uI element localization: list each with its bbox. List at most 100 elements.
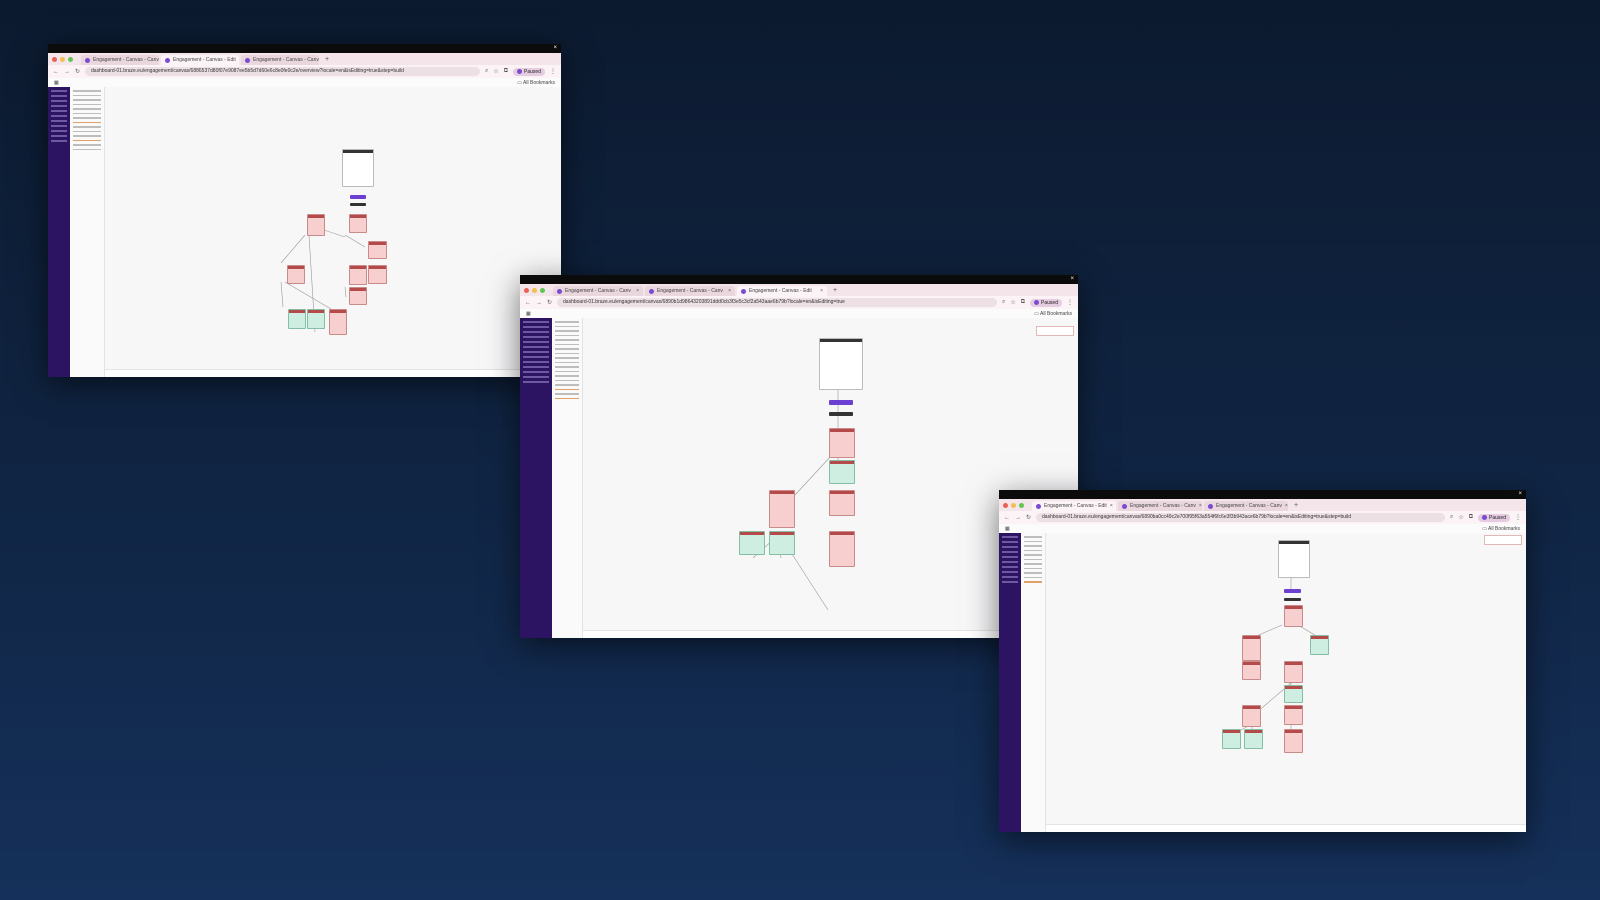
forward-icon[interactable]: → [536,300,542,306]
step-card[interactable] [1284,605,1303,627]
close-icon[interactable]: × [1070,275,1074,284]
minimize-window-icon[interactable] [532,287,537,293]
forward-icon[interactable]: → [64,69,70,75]
back-icon[interactable]: ← [53,69,59,75]
message-step-card[interactable] [1244,729,1263,749]
step-card[interactable] [307,214,325,236]
profile-button[interactable]: Paused [1030,298,1062,307]
reload-icon[interactable]: ↻ [1026,514,1031,521]
notification-toast[interactable] [1484,535,1522,545]
star-icon[interactable]: ☆ [493,68,498,75]
minimize-window-icon[interactable] [1011,502,1016,508]
browser-tab-active[interactable]: Engagement - Canvas - Edit× [161,55,239,65]
close-icon[interactable]: × [1199,503,1202,509]
close-icon[interactable]: × [553,44,557,53]
new-tab-button[interactable]: + [321,55,333,65]
step-toolbar[interactable] [829,412,853,416]
close-icon[interactable]: × [1285,503,1288,509]
close-icon[interactable]: × [1110,503,1113,509]
menu-icon[interactable]: ⋮ [550,68,556,75]
new-tab-button[interactable]: + [1290,501,1302,511]
search-icon[interactable]: ⌕ [1450,514,1453,521]
step-card[interactable] [769,490,795,528]
reload-icon[interactable]: ↻ [547,299,552,306]
browser-tab[interactable]: Engagement - Canvas - Canv× [645,286,735,296]
maximize-window-icon[interactable] [540,287,545,293]
close-window-icon[interactable] [524,287,529,293]
close-icon[interactable]: × [636,288,639,294]
message-step-card[interactable] [1284,685,1303,703]
extensions-icon[interactable]: ⧉ [1469,514,1473,521]
all-bookmarks[interactable]: ▭ All Bookmarks [517,80,555,86]
notification-toast[interactable] [1036,326,1074,336]
step-card[interactable] [829,428,855,458]
back-icon[interactable]: ← [525,300,531,306]
canvas-flow[interactable] [1046,533,1526,832]
step-card[interactable] [1242,635,1261,661]
url-field[interactable]: dashboard-01.braze.eu/engagement/canvas/… [85,67,480,76]
search-icon[interactable]: ⌕ [485,68,488,75]
step-toolbar[interactable] [1284,598,1301,601]
browser-tab[interactable]: Engagement - Canvas - Canv× [1118,501,1202,511]
star-icon[interactable]: ☆ [1458,514,1463,521]
browser-tab-active[interactable]: Engagement - Canvas - Edit× [1032,501,1116,511]
step-card[interactable] [349,265,367,285]
close-icon[interactable]: × [728,288,731,294]
canvas-entry-card[interactable] [819,338,863,390]
profile-button[interactable]: Paused [513,67,545,76]
step-card[interactable] [287,265,305,284]
close-icon[interactable]: × [820,288,823,294]
all-bookmarks[interactable]: ▭ All Bookmarks [1482,526,1520,532]
menu-icon[interactable]: ⋮ [1067,299,1073,306]
extensions-icon[interactable]: ⧉ [1021,299,1025,306]
minimize-window-icon[interactable] [60,56,65,62]
extensions-icon[interactable]: ⧉ [504,68,508,75]
message-step-card[interactable] [739,531,765,555]
browser-tab[interactable]: Engagement - Canvas - Canv× [1204,501,1288,511]
step-card[interactable] [349,287,367,305]
canvas-flow[interactable] [105,87,561,377]
step-card[interactable] [1284,729,1303,753]
step-card[interactable] [349,214,367,233]
primary-button[interactable] [350,195,366,199]
all-bookmarks[interactable]: ▭ All Bookmarks [1034,311,1072,317]
step-card[interactable] [368,241,387,259]
browser-tab[interactable]: Engagement - Canvas - Canv× [81,55,159,65]
step-card[interactable] [829,490,855,516]
step-card[interactable] [329,309,347,335]
step-card[interactable] [368,265,387,284]
forward-icon[interactable]: → [1015,515,1021,521]
back-icon[interactable]: ← [1004,515,1010,521]
browser-tab-active[interactable]: Engagement - Canvas - Edit× [737,286,827,296]
url-field[interactable]: dashboard-01.braze.eu/engagement/canvas/… [1036,513,1445,522]
canvas-entry-card[interactable] [1278,540,1310,578]
maximize-window-icon[interactable] [68,56,73,62]
step-toolbar[interactable] [350,203,366,206]
message-step-card[interactable] [307,309,325,329]
menu-icon[interactable]: ⋮ [1515,514,1521,521]
browser-tab[interactable]: Engagement - Canvas - Canv× [553,286,643,296]
primary-button[interactable] [829,400,853,405]
step-card[interactable] [1284,661,1303,683]
search-icon[interactable]: ⌕ [1002,299,1005,306]
close-window-icon[interactable] [52,56,57,62]
star-icon[interactable]: ☆ [1010,299,1015,306]
apps-icon[interactable]: ▦ [1005,526,1010,532]
canvas-entry-card[interactable] [342,149,374,187]
maximize-window-icon[interactable] [1019,502,1024,508]
step-card[interactable] [829,531,855,567]
apps-icon[interactable]: ▦ [526,311,531,317]
message-step-card[interactable] [829,460,855,484]
close-window-icon[interactable] [1003,502,1008,508]
message-step-card[interactable] [769,531,795,555]
new-tab-button[interactable]: + [829,286,841,296]
step-card[interactable] [1242,705,1261,727]
browser-tab[interactable]: Engagement - Canvas - Canv× [241,55,319,65]
primary-button[interactable] [1284,589,1301,593]
reload-icon[interactable]: ↻ [75,68,80,75]
message-step-card[interactable] [1222,729,1241,749]
apps-icon[interactable]: ▦ [54,80,59,86]
message-step-card[interactable] [1310,635,1329,655]
message-step-card[interactable] [288,309,306,329]
profile-button[interactable]: Paused [1478,513,1510,522]
